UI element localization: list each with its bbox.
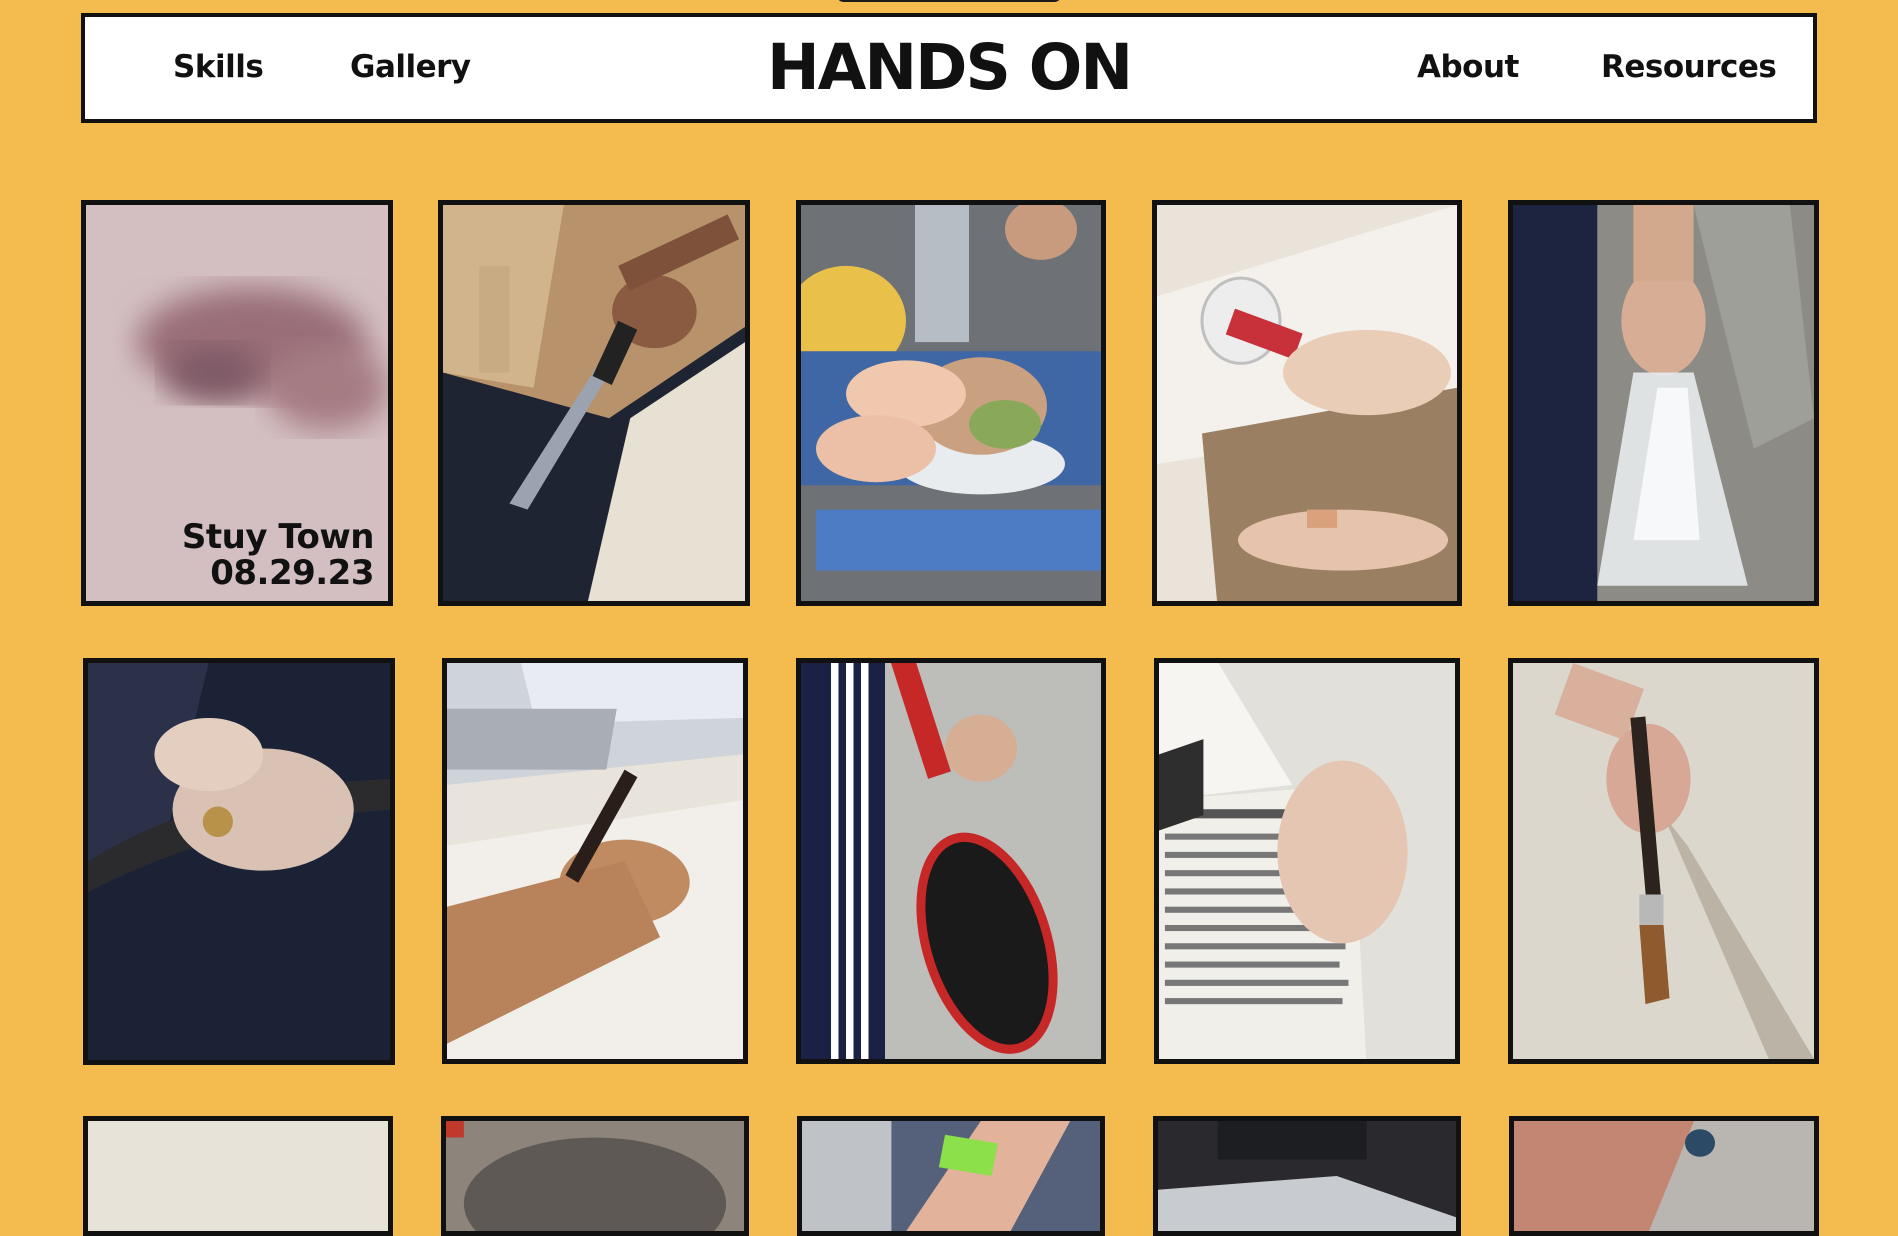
plastic-wrap-image xyxy=(1158,1121,1456,1231)
gallery-tile-cane[interactable] xyxy=(83,658,395,1065)
sandwich-image xyxy=(801,205,1101,601)
gallery-tile-wall[interactable] xyxy=(83,1116,393,1236)
gallery-tile-tattoo[interactable] xyxy=(1509,1116,1819,1236)
box-cutting-image xyxy=(443,205,745,601)
gallery-tile-racket[interactable] xyxy=(796,658,1106,1064)
nav-about[interactable]: About xyxy=(1417,49,1519,85)
wall-image xyxy=(88,1121,388,1231)
racket-image xyxy=(801,663,1101,1059)
writing-image xyxy=(447,663,743,1059)
gallery-tile-box-cutting[interactable] xyxy=(438,200,750,606)
gallery-tile-newspaper[interactable] xyxy=(1154,658,1460,1064)
gallery-tile-sink[interactable] xyxy=(441,1116,749,1236)
navbar: Skills Gallery HANDS ON About Resources xyxy=(81,13,1817,123)
plastic-bag-image xyxy=(1513,205,1814,601)
gallery-tile-writing[interactable] xyxy=(442,658,748,1064)
featured-caption: Stuy Town 08.29.23 xyxy=(181,517,375,593)
wristband-image xyxy=(802,1121,1100,1231)
cane-image xyxy=(88,663,390,1060)
gallery-tile-paintbrush[interactable] xyxy=(1508,658,1819,1064)
gallery-tile-wristband[interactable] xyxy=(797,1116,1105,1236)
gallery-tile-sandwich[interactable] xyxy=(796,200,1106,606)
taping-image xyxy=(1157,205,1457,601)
newspaper-image xyxy=(1159,663,1455,1059)
featured-date: 08.29.23 xyxy=(210,553,374,593)
gallery-tile-plastic-bag[interactable] xyxy=(1508,200,1819,606)
gallery-tile-taping[interactable] xyxy=(1152,200,1462,606)
paintbrush-image xyxy=(1513,663,1814,1059)
gallery-tile-featured[interactable]: Stuy Town 08.29.23 xyxy=(81,200,393,606)
top-tab-handle xyxy=(836,0,1062,2)
sink-image xyxy=(446,1121,744,1231)
gallery-tile-plastic-wrap[interactable] xyxy=(1153,1116,1461,1236)
tattoo-image xyxy=(1514,1121,1814,1231)
nav-resources[interactable]: Resources xyxy=(1601,49,1777,85)
featured-location: Stuy Town xyxy=(181,517,375,557)
site-logo[interactable]: HANDS ON xyxy=(85,33,1813,103)
